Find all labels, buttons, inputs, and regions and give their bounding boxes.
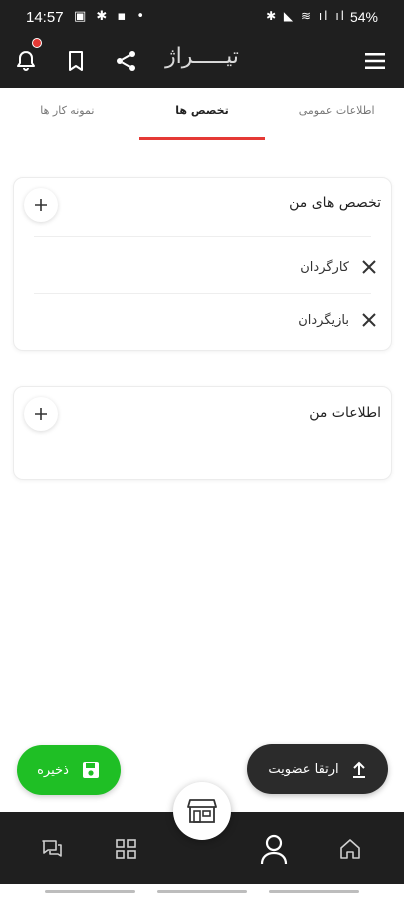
remove-specialty-button[interactable]: [359, 257, 379, 277]
specialties-title: تخصص های من: [289, 195, 381, 211]
save-button[interactable]: ذخیره: [17, 745, 121, 795]
store-button[interactable]: [173, 782, 231, 840]
notification-badge: [32, 38, 42, 48]
remove-specialty-button[interactable]: [359, 310, 379, 330]
divider: [34, 236, 371, 237]
add-specialty-button[interactable]: [24, 188, 58, 222]
my-info-card: اطلاعات من: [13, 386, 392, 480]
upgrade-membership-button[interactable]: ارتقا عضویت: [247, 744, 388, 794]
specialty-label: کارگردان: [300, 259, 349, 275]
battery-level: 54%: [349, 9, 378, 25]
upgrade-label: ارتقا عضویت: [268, 761, 339, 777]
close-icon: [362, 260, 376, 274]
profile-tabs: اطلاعات عمومی تخصص ها نمونه کار ها: [0, 88, 404, 144]
app-logo: تیـــــراژ: [165, 44, 239, 69]
tab-specialties[interactable]: تخصص ها: [135, 88, 270, 144]
status-notification-icons: ▣ ✱ ▪ •: [74, 9, 148, 24]
home-icon[interactable]: [335, 834, 365, 864]
tab-label: تخصص ها: [175, 104, 229, 117]
grid-icon[interactable]: [111, 834, 141, 864]
system-home[interactable]: [157, 890, 247, 893]
menu-icon[interactable]: [361, 47, 389, 75]
save-label: ذخیره: [37, 762, 69, 778]
status-time: 14:57: [26, 9, 64, 26]
specialty-item: کارگردان: [300, 252, 379, 282]
profile-icon[interactable]: [257, 832, 291, 866]
messages-icon[interactable]: [37, 834, 67, 864]
specialties-card: تخصص های من کارگردان بازیگردان: [13, 177, 392, 351]
add-info-button[interactable]: [24, 397, 58, 431]
store-icon: [187, 799, 217, 823]
status-signal-icons: ✱ ◣ ≋ ıl ıl: [266, 9, 346, 23]
divider: [34, 293, 371, 294]
tab-label: اطلاعات عمومی: [298, 104, 375, 117]
tab-portfolio[interactable]: نمونه کار ها: [0, 88, 135, 144]
upload-arrow-icon: [352, 761, 365, 778]
specialty-label: بازیگردان: [298, 312, 349, 328]
plus-icon: [35, 199, 47, 211]
system-back[interactable]: [269, 890, 359, 893]
tab-label: نمونه کار ها: [40, 104, 95, 117]
system-navigation-bar: [0, 884, 404, 900]
plus-icon: [35, 408, 47, 420]
status-bar: 14:57 ▣ ✱ ▪ • ✱ ◣ ≋ ıl ıl 54%: [0, 0, 404, 34]
my-info-title: اطلاعات من: [309, 405, 381, 421]
close-icon: [362, 313, 376, 327]
active-tab-indicator: [138, 137, 266, 140]
tab-general-info[interactable]: اطلاعات عمومی: [269, 88, 404, 144]
specialty-item: بازیگردان: [298, 305, 379, 335]
save-icon: [82, 762, 99, 778]
app-header: تیـــــراژ: [0, 34, 404, 88]
system-recent-apps[interactable]: [45, 890, 135, 893]
